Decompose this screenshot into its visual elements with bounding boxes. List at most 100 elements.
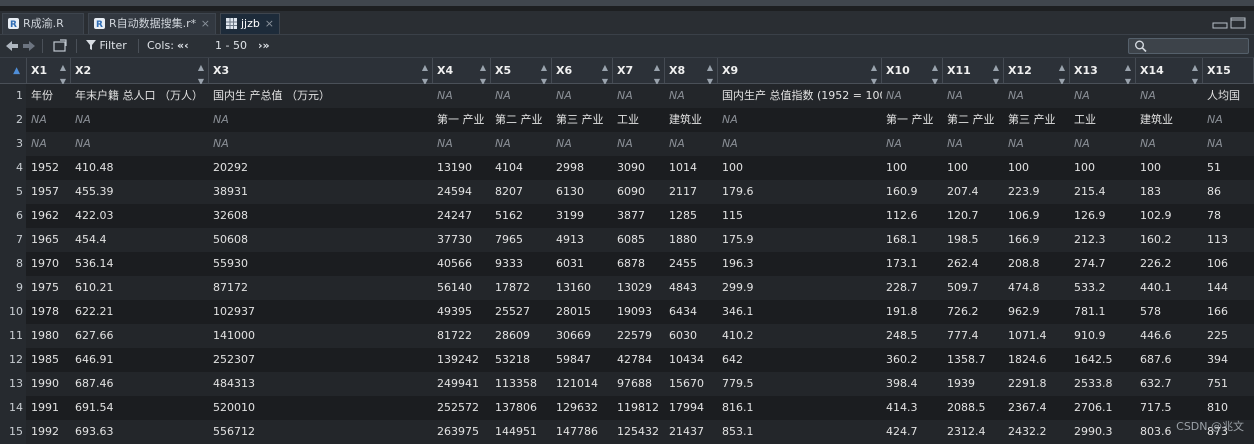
- table-cell[interactable]: 263975: [433, 420, 491, 444]
- table-cell[interactable]: NA: [882, 132, 943, 156]
- table-cell[interactable]: 32608: [209, 204, 433, 228]
- table-cell[interactable]: 248.5: [882, 324, 943, 348]
- table-cell[interactable]: NA: [1203, 132, 1254, 156]
- table-cell[interactable]: 144: [1203, 276, 1254, 300]
- table-cell[interactable]: NA: [491, 132, 552, 156]
- table-cell[interactable]: 2367.4: [1004, 396, 1070, 420]
- table-cell[interactable]: 13160: [552, 276, 613, 300]
- table-cell[interactable]: NA: [209, 132, 433, 156]
- table-cell[interactable]: 610.21: [71, 276, 209, 300]
- table-cell[interactable]: 28015: [552, 300, 613, 324]
- table-cell[interactable]: 1992: [27, 420, 71, 444]
- column-header-x5[interactable]: X5 ▲ ▼: [491, 58, 552, 86]
- table-cell[interactable]: 556712: [209, 420, 433, 444]
- table-cell[interactable]: 1939: [943, 372, 1004, 396]
- table-cell[interactable]: NA: [1070, 84, 1136, 108]
- table-cell[interactable]: 工业: [1070, 108, 1136, 132]
- table-cell[interactable]: 13190: [433, 156, 491, 180]
- table-cell[interactable]: NA: [491, 84, 552, 108]
- column-header-x8[interactable]: X8 ▲ ▼: [665, 58, 718, 86]
- table-cell[interactable]: 106: [1203, 252, 1254, 276]
- table-cell[interactable]: 第三 产业: [1004, 108, 1070, 132]
- table-cell[interactable]: 360.2: [882, 348, 943, 372]
- table-cell[interactable]: 2291.8: [1004, 372, 1070, 396]
- table-cell[interactable]: 工业: [613, 108, 665, 132]
- table-cell[interactable]: 5162: [491, 204, 552, 228]
- table-cell[interactable]: NA: [943, 84, 1004, 108]
- table-cell[interactable]: 147786: [552, 420, 613, 444]
- table-cell[interactable]: 100: [1070, 156, 1136, 180]
- table-cell[interactable]: 410.48: [71, 156, 209, 180]
- table-cell[interactable]: NA: [552, 84, 613, 108]
- table-cell[interactable]: 87172: [209, 276, 433, 300]
- table-cell[interactable]: 建筑业: [1136, 108, 1203, 132]
- table-cell[interactable]: 2998: [552, 156, 613, 180]
- column-header-x7[interactable]: X7 ▲ ▼: [613, 58, 665, 86]
- table-cell[interactable]: 37730: [433, 228, 491, 252]
- table-cell[interactable]: 646.91: [71, 348, 209, 372]
- table-cell[interactable]: 252307: [209, 348, 433, 372]
- table-cell[interactable]: 274.7: [1070, 252, 1136, 276]
- table-cell[interactable]: 751: [1203, 372, 1254, 396]
- table-cell[interactable]: 687.46: [71, 372, 209, 396]
- table-cell[interactable]: 1824.6: [1004, 348, 1070, 372]
- table-cell[interactable]: 2312.4: [943, 420, 1004, 444]
- filter-button[interactable]: Filter: [86, 35, 130, 57]
- table-cell[interactable]: 6030: [665, 324, 718, 348]
- table-cell[interactable]: 20292: [209, 156, 433, 180]
- table-cell[interactable]: 454.4: [71, 228, 209, 252]
- table-cell[interactable]: 3877: [613, 204, 665, 228]
- table-cell[interactable]: 810: [1203, 396, 1254, 420]
- table-cell[interactable]: 781.1: [1070, 300, 1136, 324]
- column-header-x15[interactable]: X15: [1203, 58, 1254, 83]
- table-cell[interactable]: 1985: [27, 348, 71, 372]
- table-cell[interactable]: 6878: [613, 252, 665, 276]
- table-cell[interactable]: 520010: [209, 396, 433, 420]
- table-cell[interactable]: 1991: [27, 396, 71, 420]
- table-cell[interactable]: 474.8: [1004, 276, 1070, 300]
- prev-cols-button[interactable]: «‹: [177, 35, 189, 57]
- table-cell[interactable]: 年份: [27, 84, 71, 108]
- table-cell[interactable]: 693.63: [71, 420, 209, 444]
- table-cell[interactable]: 262.4: [943, 252, 1004, 276]
- table-cell[interactable]: 632.7: [1136, 372, 1203, 396]
- table-cell[interactable]: 1880: [665, 228, 718, 252]
- forward-arrow-icon[interactable]: [21, 35, 37, 57]
- table-cell[interactable]: 424.7: [882, 420, 943, 444]
- table-cell[interactable]: 252572: [433, 396, 491, 420]
- table-cell[interactable]: 120.7: [943, 204, 1004, 228]
- column-header-x11[interactable]: X11 ▲ ▼: [943, 58, 1004, 86]
- table-cell[interactable]: 6031: [552, 252, 613, 276]
- search-input[interactable]: [1128, 38, 1249, 54]
- table-cell[interactable]: 1071.4: [1004, 324, 1070, 348]
- table-cell[interactable]: 50608: [209, 228, 433, 252]
- table-cell[interactable]: 126.9: [1070, 204, 1136, 228]
- table-cell[interactable]: 42784: [613, 348, 665, 372]
- table-cell[interactable]: 4913: [552, 228, 613, 252]
- table-cell[interactable]: 112.6: [882, 204, 943, 228]
- table-cell[interactable]: 3199: [552, 204, 613, 228]
- table-cell[interactable]: NA: [209, 108, 433, 132]
- table-cell[interactable]: 100: [718, 156, 882, 180]
- table-cell[interactable]: 166.9: [1004, 228, 1070, 252]
- table-cell[interactable]: 24594: [433, 180, 491, 204]
- table-cell[interactable]: 1957: [27, 180, 71, 204]
- table-cell[interactable]: 1962: [27, 204, 71, 228]
- table-cell[interactable]: NA: [433, 132, 491, 156]
- table-cell[interactable]: 4843: [665, 276, 718, 300]
- table-cell[interactable]: NA: [613, 84, 665, 108]
- table-cell[interactable]: 816.1: [718, 396, 882, 420]
- table-cell[interactable]: NA: [1004, 84, 1070, 108]
- table-cell[interactable]: 196.3: [718, 252, 882, 276]
- table-cell[interactable]: NA: [613, 132, 665, 156]
- table-cell[interactable]: 113358: [491, 372, 552, 396]
- back-arrow-icon[interactable]: [4, 35, 20, 57]
- table-cell[interactable]: NA: [943, 132, 1004, 156]
- table-cell[interactable]: 198.5: [943, 228, 1004, 252]
- table-cell[interactable]: 160.2: [1136, 228, 1203, 252]
- table-cell[interactable]: 100: [1004, 156, 1070, 180]
- table-cell[interactable]: 2455: [665, 252, 718, 276]
- table-cell[interactable]: 10434: [665, 348, 718, 372]
- table-cell[interactable]: 910.9: [1070, 324, 1136, 348]
- table-cell[interactable]: 1975: [27, 276, 71, 300]
